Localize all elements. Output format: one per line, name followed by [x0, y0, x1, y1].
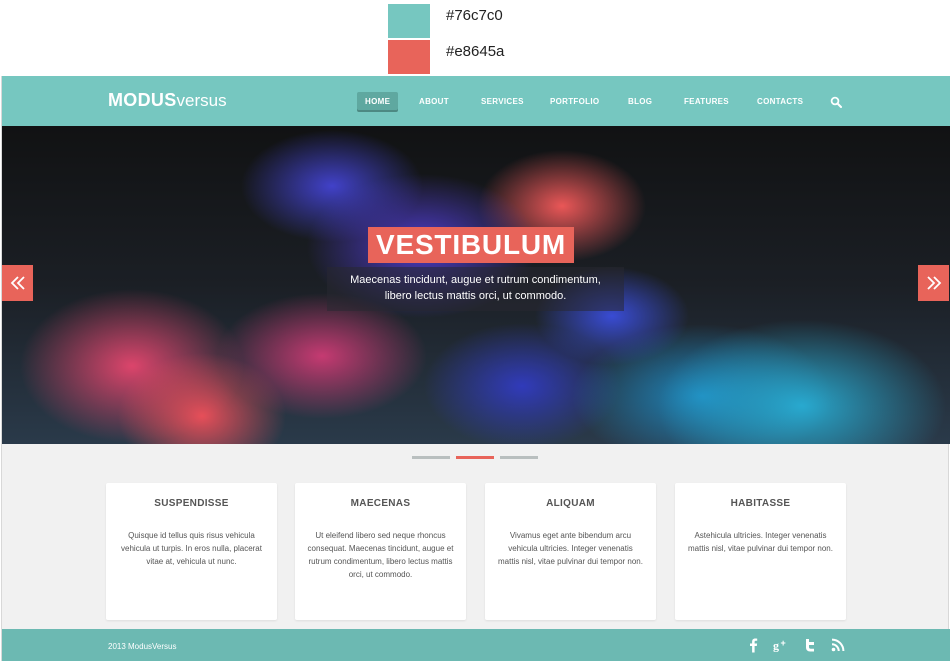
footer-copyright: 2013 ModusVersus: [108, 642, 177, 651]
swatch-teal: [388, 4, 430, 38]
search-icon[interactable]: [830, 96, 842, 108]
nav-about[interactable]: ABOUT: [419, 92, 449, 112]
logo-light: versus: [176, 91, 227, 110]
card-title: HABITASSE: [730, 498, 791, 509]
hero-caption: Maecenas tincidunt, augue et rutrum cond…: [327, 267, 624, 311]
slider-pager: [2, 456, 950, 459]
nav-features[interactable]: FEATURES: [684, 92, 729, 112]
twitter-icon[interactable]: [802, 637, 818, 653]
swatch-teal-label: #76c7c0: [446, 7, 503, 24]
slider-prev-button[interactable]: [2, 265, 33, 301]
feature-card: ALIQUAM Vivamus eget ante bibendum arcu …: [485, 483, 656, 620]
feature-card: SUSPENDISSE Quisque id tellus quis risus…: [106, 483, 277, 620]
nav-contacts[interactable]: CONTACTS: [757, 92, 803, 112]
card-text: Vivamus eget ante bibendum arcu vehicula…: [498, 531, 643, 566]
card-text: Astehicula ultricies. Integer venenatis …: [688, 531, 833, 553]
card-title: ALIQUAM: [546, 498, 595, 509]
hero-caption-line-2: libero lectus mattis orci, ut commodo.: [384, 290, 567, 302]
nav-portfolio[interactable]: PORTFOLIO: [550, 92, 599, 112]
pager-dot-active[interactable]: [456, 456, 494, 459]
nav-home[interactable]: HOME: [357, 92, 399, 112]
site-logo[interactable]: MODUSversus: [108, 90, 227, 111]
card-text: Ut eleifend libero sed neque rhoncus con…: [307, 531, 454, 579]
hero-slider: VESTIBULUM Maecenas tincidunt, augue et …: [2, 126, 950, 444]
site-footer: 2013 ModusVersus g +: [2, 629, 950, 661]
swatch-coral-label: #e8645a: [446, 43, 505, 60]
svg-text:+: +: [781, 638, 786, 648]
svg-text:g: g: [773, 639, 779, 653]
pager-dot[interactable]: [412, 456, 450, 459]
feature-card: HABITASSE Astehicula ultricies. Integer …: [675, 483, 846, 620]
slider-next-button[interactable]: [918, 265, 949, 301]
website-mockup: MODUSversus HOME ABOUT SERVICES PORTFOLI…: [1, 76, 950, 661]
facebook-icon[interactable]: [745, 637, 761, 653]
card-title: SUSPENDISSE: [154, 498, 229, 509]
google-plus-icon[interactable]: g +: [773, 637, 789, 653]
feature-card: MAECENAS Ut eleifend libero sed neque rh…: [295, 483, 466, 620]
site-header: MODUSversus HOME ABOUT SERVICES PORTFOLI…: [2, 76, 950, 126]
logo-strong: MODUS: [108, 90, 177, 110]
hero-title: VESTIBULUM: [368, 227, 574, 263]
card-text: Quisque id tellus quis risus vehicula ve…: [121, 531, 262, 566]
swatch-coral: [388, 40, 430, 74]
rss-icon[interactable]: [830, 637, 846, 653]
color-palette: #76c7c0 #e8645a: [0, 0, 950, 76]
hero-caption-line-1: Maecenas tincidunt, augue et rutrum cond…: [350, 274, 601, 286]
nav-blog[interactable]: BLOG: [628, 92, 652, 112]
double-chevron-left-icon: [10, 276, 25, 290]
double-chevron-right-icon: [926, 276, 941, 290]
card-title: MAECENAS: [350, 498, 411, 509]
nav-services[interactable]: SERVICES: [481, 92, 524, 112]
pager-dot[interactable]: [500, 456, 538, 459]
